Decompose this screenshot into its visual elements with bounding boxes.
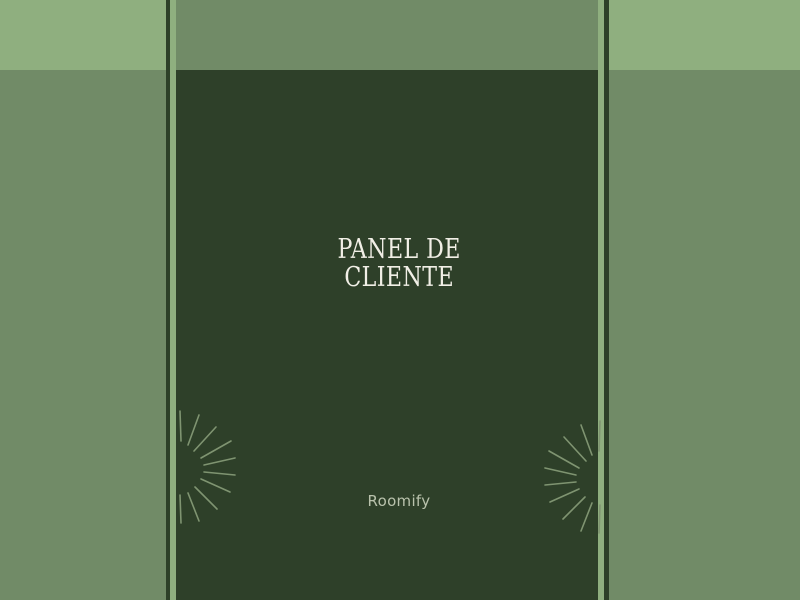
splash-screen: PANEL DE CLIENTE Roomify: [0, 0, 800, 600]
page-title-line-2: CLIENTE: [344, 262, 455, 293]
right-dark-stripe: [604, 0, 609, 600]
page-title: PANEL DE CLIENTE: [216, 236, 582, 292]
page-title-line-1: PANEL DE: [337, 234, 461, 265]
sunburst-icon: [544, 420, 601, 534]
sunburst-icon: [179, 410, 236, 524]
top-band-center: [176, 0, 598, 70]
